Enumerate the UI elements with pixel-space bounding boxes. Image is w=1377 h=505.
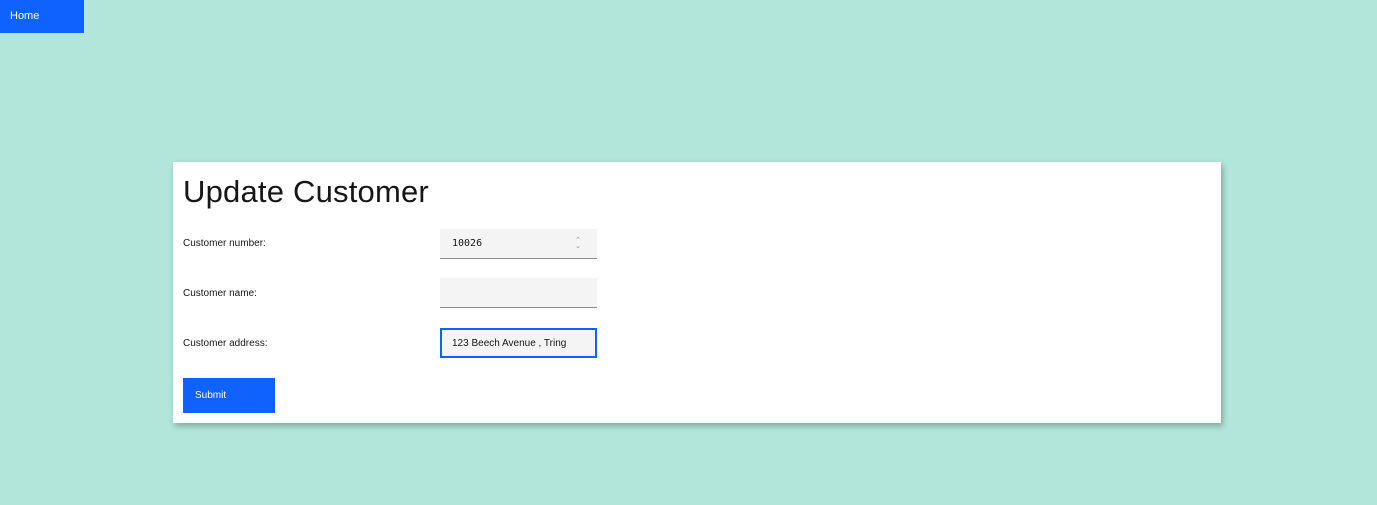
customer-number-label: Customer number: (183, 238, 266, 249)
submit-button[interactable]: Submit (183, 378, 275, 413)
chevron-up-down-icon[interactable]: ⌃ ⌄ (573, 237, 583, 251)
home-button[interactable]: Home (0, 0, 84, 33)
customer-address-label: Customer address: (183, 338, 268, 349)
customer-name-label: Customer name: (183, 288, 257, 299)
update-customer-card: Update Customer Customer number: ⌃ ⌄ Cus… (173, 162, 1221, 423)
customer-name-input[interactable] (440, 278, 597, 308)
customer-address-input[interactable] (440, 328, 597, 358)
page-title: Update Customer (183, 174, 429, 209)
